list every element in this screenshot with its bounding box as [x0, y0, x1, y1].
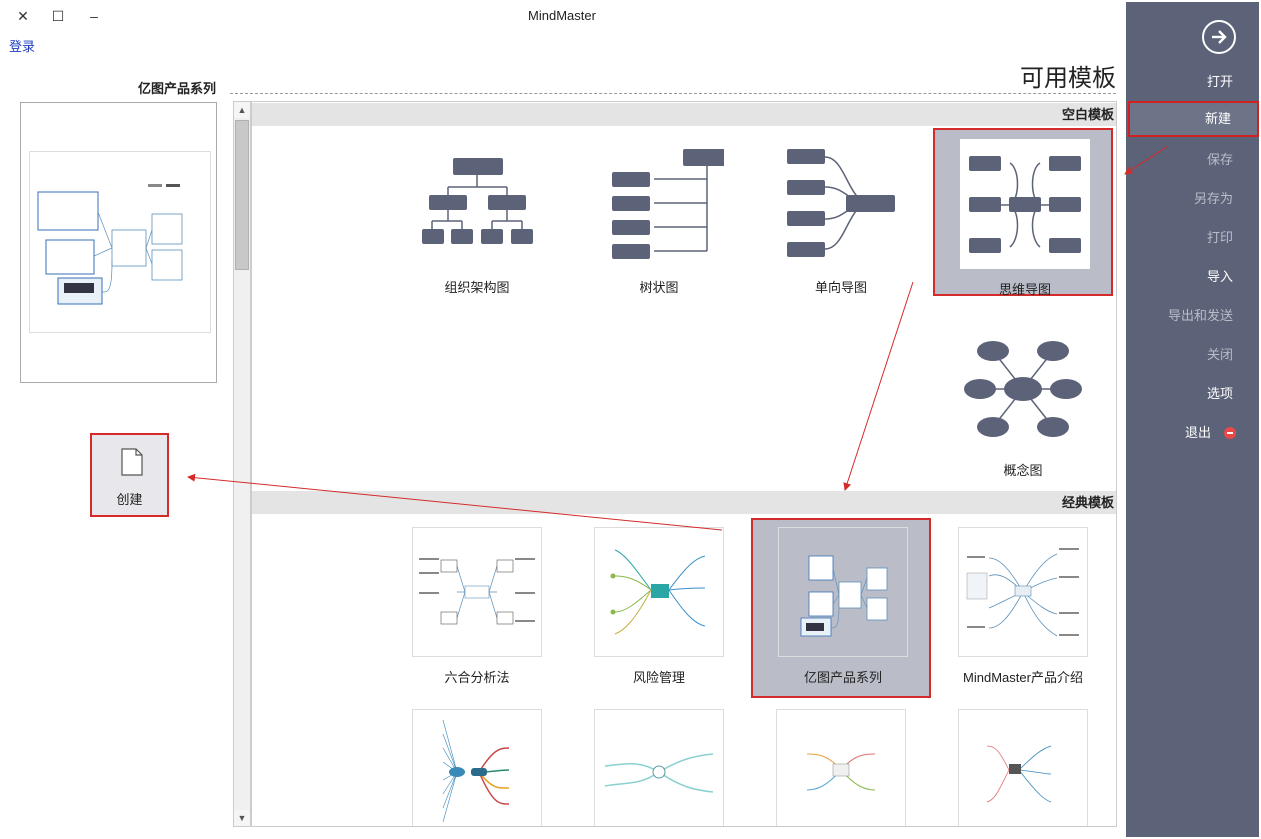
sidebar-item-open[interactable]: 打开	[1128, 64, 1259, 100]
template-tree-map[interactable]: 树状图	[569, 128, 749, 296]
create-button[interactable]: 创建	[90, 433, 169, 517]
template-right-map[interactable]: 单向导图	[751, 128, 931, 296]
preview-title: 亿图产品系列	[137, 81, 216, 96]
sidebar-item-exit[interactable]: 退出	[1128, 415, 1259, 451]
sidebar-item-import[interactable]: 导入	[1128, 259, 1259, 295]
template-preview	[20, 102, 217, 383]
sidebar-item-print[interactable]: 打印	[1128, 220, 1259, 256]
right-map-icon	[776, 137, 906, 267]
concept-map-icon	[958, 315, 1088, 445]
template-concept-map[interactable]: 概念图	[933, 306, 1113, 478]
template-label: 概念图	[1003, 463, 1043, 478]
sidebar-item-export-send[interactable]: 导出和发送	[1128, 298, 1259, 334]
arrow-right-icon	[1212, 30, 1227, 44]
template-classic-7[interactable]	[569, 700, 749, 826]
template-thumbnail	[958, 527, 1088, 657]
template-panel: 空白模板 思维导图 单向导图 树状图 组织架构图 概念图 经典模板 MindMa…	[251, 101, 1117, 827]
template-edraw-products[interactable]: 亿图产品系列	[751, 518, 931, 698]
template-thumbnail	[958, 709, 1088, 826]
template-label: 树状图	[639, 280, 679, 295]
sidebar: 打开 新建 保存 另存为 打印 导入 导出和发送 关闭 选项 退出	[1126, 2, 1259, 837]
template-thumbnail	[594, 527, 724, 657]
page-title: 可用模板	[1020, 65, 1116, 92]
template-mindmaster-intro[interactable]: MindMaster产品介绍	[933, 518, 1113, 698]
template-thumbnail	[412, 709, 542, 826]
template-risk-management[interactable]: 风险管理	[569, 518, 749, 698]
template-org-chart[interactable]: 组织架构图	[387, 128, 567, 296]
template-mindmap[interactable]: 思维导图	[933, 128, 1113, 297]
sidebar-item-options[interactable]: 选项	[1128, 376, 1259, 412]
template-classic-8[interactable]	[387, 700, 567, 826]
template-thumbnail	[778, 527, 908, 657]
scroll-thumb[interactable]	[235, 120, 249, 270]
title-bar: ✕ ☐ ‒ MindMaster	[0, 0, 1124, 32]
template-label: 单向导图	[814, 280, 867, 295]
template-scrollbar[interactable]: ▲ ▼	[233, 101, 251, 827]
template-label: 组织架构图	[444, 280, 510, 295]
back-arrow-button[interactable]	[1202, 20, 1236, 54]
scroll-up-button[interactable]: ▲	[234, 102, 250, 118]
mindmap-icon	[960, 139, 1090, 269]
new-document-icon	[121, 448, 143, 476]
scroll-down-button[interactable]: ▼	[234, 810, 250, 826]
login-link[interactable]: 登录	[9, 36, 35, 55]
tree-map-icon	[594, 137, 733, 267]
template-thumbnail	[776, 709, 906, 826]
sidebar-item-close[interactable]: 关闭	[1128, 337, 1259, 373]
template-classic-6[interactable]	[751, 700, 931, 826]
classic-templates-header: 经典模板	[252, 491, 1116, 514]
template-label: 思维导图	[998, 282, 1051, 297]
template-classic-5[interactable]	[933, 700, 1113, 826]
template-label: MindMaster产品介绍	[963, 670, 1083, 685]
template-thumbnail	[594, 709, 724, 826]
org-chart-icon	[412, 137, 542, 267]
template-six-analysis[interactable]: 六合分析法	[387, 518, 567, 698]
template-thumbnail	[412, 527, 542, 657]
sidebar-item-save-as[interactable]: 另存为	[1128, 181, 1259, 217]
template-label: 风险管理	[632, 670, 685, 685]
app-title: MindMaster	[528, 8, 596, 23]
sidebar-item-save[interactable]: 保存	[1128, 142, 1259, 178]
template-label: 亿图产品系列	[803, 670, 882, 685]
create-button-label: 创建	[116, 492, 143, 507]
sidebar-item-new[interactable]: 新建	[1128, 101, 1259, 137]
sidebar-item-exit-label: 退出	[1184, 425, 1211, 440]
template-label: 六合分析法	[444, 670, 510, 685]
blank-templates-header: 空白模板	[252, 103, 1116, 126]
exit-icon	[1224, 427, 1236, 439]
preview-thumbnail	[29, 151, 211, 333]
title-divider	[230, 93, 1116, 94]
